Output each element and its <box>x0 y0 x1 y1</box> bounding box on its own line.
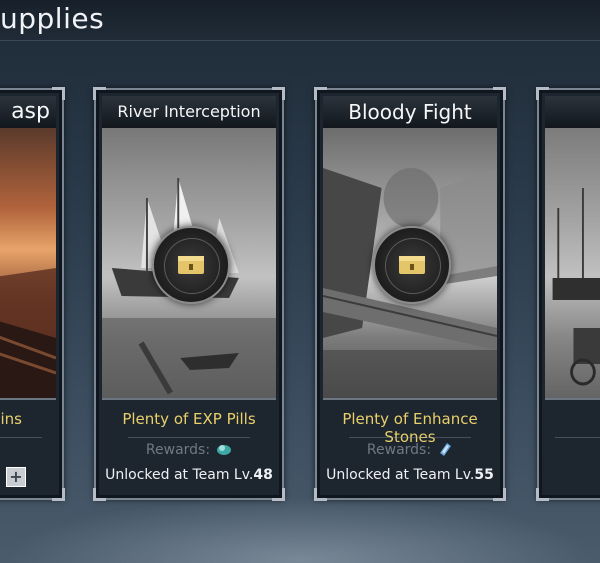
unlock-prefix: Unlocked at Team Lv. <box>326 467 475 483</box>
unlock-prefix: Unlocked at Team Lv. <box>105 467 254 483</box>
corner-ornament <box>493 488 506 501</box>
card-reward-name: Plenty of EXP Pills <box>122 410 256 428</box>
stage-card-partial-left[interactable]: asp ins + <box>0 87 65 501</box>
card-title: asp <box>0 96 56 128</box>
stage-card-river-interception[interactable]: River Interception Plenty of EXP Pills R… <box>93 87 285 501</box>
stage-card-bloody-fight[interactable]: Bloody Fight Plenty of Enhance Stones Re… <box>314 87 506 501</box>
card-title: River Interception <box>102 96 276 128</box>
enhance-stone-icon[interactable] <box>437 441 453 457</box>
card-reward-name: ins <box>0 410 23 428</box>
locked-badge <box>373 226 451 304</box>
unlock-requirement: Unlocked at Team Lv.48 <box>96 467 282 483</box>
card-title <box>545 96 600 128</box>
add-button[interactable]: + <box>6 467 26 487</box>
stage-image <box>102 128 276 400</box>
unlock-level: 48 <box>253 467 273 483</box>
locked-badge <box>152 226 230 304</box>
corner-ornament <box>272 488 285 501</box>
card-divider <box>555 437 600 438</box>
stage-scene-illustration <box>0 268 56 398</box>
lock-scroll-icon <box>178 256 204 274</box>
rewards-row: Rewards: <box>96 441 282 458</box>
rewards-row: Rewards: <box>317 441 503 458</box>
stage-image <box>323 128 497 400</box>
unlock-level: 55 <box>474 467 494 483</box>
corner-ornament <box>314 488 327 501</box>
stage-image <box>0 128 56 400</box>
page-title: upplies <box>0 2 105 35</box>
unlock-requirement: Unlocked at Team Lv.55 <box>317 467 503 483</box>
card-divider <box>128 437 250 438</box>
camp-illustration <box>545 128 600 398</box>
stage-image <box>545 128 600 400</box>
corner-ornament <box>536 488 549 501</box>
card-divider <box>0 437 42 438</box>
stage-card-partial-right[interactable] <box>536 87 600 501</box>
card-title: Bloody Fight <box>323 96 497 128</box>
lock-scroll-icon <box>399 256 425 274</box>
corner-ornament <box>93 488 106 501</box>
rewards-label: Rewards: <box>366 442 432 458</box>
card-divider <box>349 437 471 438</box>
header-bar: upplies <box>0 0 600 41</box>
corner-ornament <box>52 488 65 501</box>
rewards-label: Rewards: <box>145 442 211 458</box>
exp-pill-icon[interactable] <box>216 441 232 457</box>
